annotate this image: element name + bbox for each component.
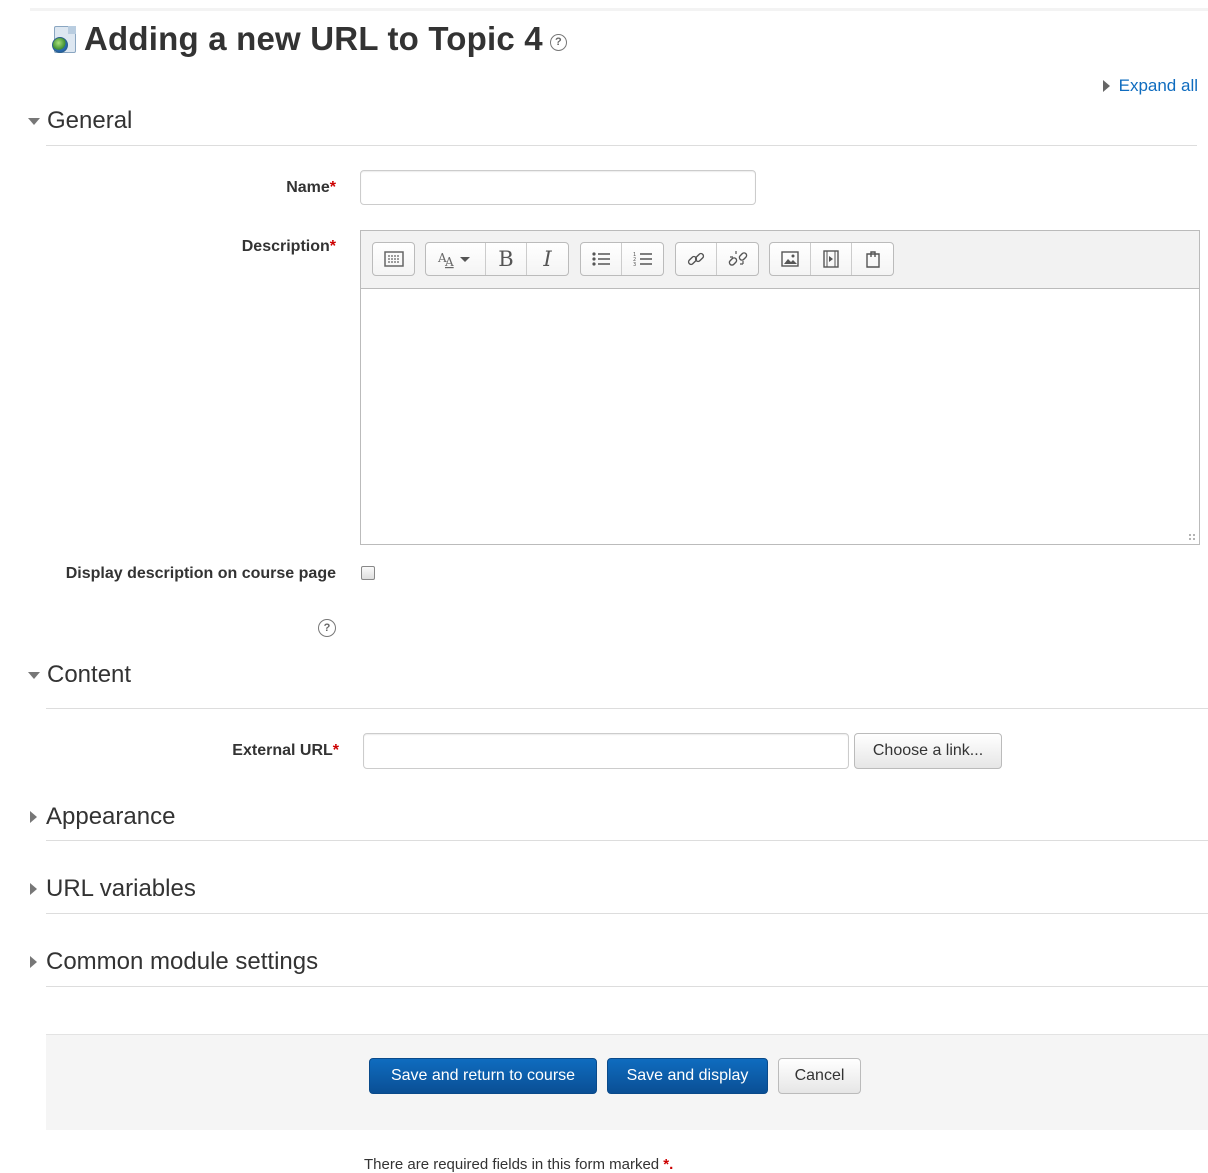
section-common-module-settings[interactable]: Common module settings bbox=[28, 948, 318, 976]
section-url-variables[interactable]: URL variables bbox=[28, 875, 196, 903]
required-marker: * bbox=[329, 238, 336, 255]
editor-toolbar: AA B I 123 bbox=[361, 231, 1199, 289]
link-icon[interactable] bbox=[676, 243, 717, 275]
section-divider bbox=[46, 986, 1208, 987]
section-divider bbox=[46, 913, 1208, 914]
top-border bbox=[30, 8, 1208, 11]
font-size-icon[interactable]: AA bbox=[426, 243, 486, 275]
required-fields-note: There are required fields in this form m… bbox=[364, 1156, 674, 1173]
external-url-input[interactable] bbox=[363, 733, 849, 769]
help-icon[interactable]: ? bbox=[318, 619, 336, 637]
page-header: Adding a new URL to Topic 4 ? bbox=[50, 18, 567, 60]
bold-icon[interactable]: B bbox=[486, 243, 527, 275]
ordered-list-icon[interactable]: 123 bbox=[622, 243, 663, 275]
section-content-label: Content bbox=[47, 661, 132, 688]
required-marker: * bbox=[332, 742, 339, 759]
image-icon[interactable] bbox=[770, 243, 811, 275]
toolbar-toggle-icon[interactable] bbox=[373, 243, 414, 275]
unlink-icon[interactable] bbox=[717, 243, 758, 275]
expand-arrow-icon bbox=[30, 811, 37, 823]
external-url-label: External URL* bbox=[232, 742, 339, 759]
expand-arrow-icon bbox=[1102, 80, 1110, 92]
required-marker: *. bbox=[663, 1156, 674, 1173]
page-title: Adding a new URL to Topic 4 bbox=[84, 20, 543, 57]
choose-link-button[interactable]: Choose a link... bbox=[854, 733, 1002, 769]
section-common-module-settings-label: Common module settings bbox=[46, 948, 319, 975]
help-icon[interactable]: ? bbox=[549, 33, 567, 51]
section-content[interactable]: Content bbox=[28, 661, 131, 689]
svg-text:A: A bbox=[444, 255, 454, 269]
display-description-label: Display description on course page bbox=[65, 565, 336, 582]
resize-handle-icon[interactable] bbox=[1188, 533, 1196, 541]
name-input[interactable] bbox=[360, 170, 756, 205]
expand-arrow-icon bbox=[30, 956, 37, 968]
collapse-arrow-icon bbox=[28, 117, 40, 125]
expand-arrow-icon bbox=[30, 883, 37, 895]
section-general-label: General bbox=[47, 107, 133, 134]
section-divider bbox=[46, 840, 1208, 841]
section-general[interactable]: General bbox=[28, 107, 132, 135]
description-label: Description* bbox=[241, 238, 336, 255]
description-editor-content[interactable] bbox=[361, 289, 1199, 544]
collapse-arrow-icon bbox=[28, 671, 40, 679]
required-marker: * bbox=[329, 179, 336, 196]
save-and-return-button[interactable]: Save and return to course bbox=[369, 1058, 597, 1094]
cancel-button[interactable]: Cancel bbox=[778, 1058, 861, 1094]
url-module-icon bbox=[50, 25, 78, 53]
manage-files-icon[interactable] bbox=[852, 243, 893, 275]
italic-icon[interactable]: I bbox=[527, 243, 568, 275]
media-icon[interactable] bbox=[811, 243, 852, 275]
section-url-variables-label: URL variables bbox=[46, 875, 196, 902]
expand-all-label: Expand all bbox=[1118, 76, 1198, 95]
section-appearance[interactable]: Appearance bbox=[28, 803, 175, 831]
display-description-checkbox[interactable] bbox=[361, 566, 375, 580]
description-editor: AA B I 123 bbox=[360, 230, 1200, 545]
unordered-list-icon[interactable] bbox=[581, 243, 622, 275]
name-label: Name* bbox=[286, 179, 336, 196]
save-and-display-button[interactable]: Save and display bbox=[607, 1058, 768, 1094]
section-divider bbox=[46, 708, 1208, 709]
section-divider bbox=[46, 145, 1197, 146]
expand-all-link[interactable]: Expand all bbox=[1102, 76, 1198, 96]
svg-text:3: 3 bbox=[633, 262, 636, 268]
section-appearance-label: Appearance bbox=[46, 803, 176, 830]
